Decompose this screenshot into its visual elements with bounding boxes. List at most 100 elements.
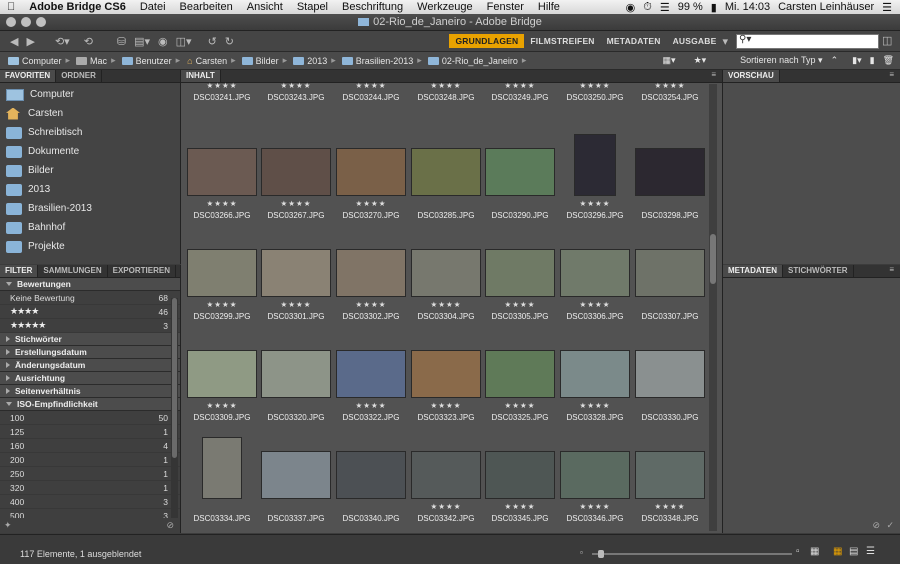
workspace-menu-chevron-icon[interactable]: ▾ [722,35,728,48]
zoom-out-icon[interactable]: ▫ [580,548,583,557]
favorite-item[interactable]: Bilder [0,161,180,180]
thumbnail-image[interactable] [411,350,481,398]
thumbnail-item[interactable]: ★★★★ DSC03266.JPG [185,148,259,220]
filter-row[interactable]: 500 3 [0,509,180,519]
thumbnail-rating[interactable] [483,199,557,208]
view-thumbnails-icon[interactable]: ▦ [833,546,842,557]
thumbnail-image[interactable] [187,249,257,297]
thumbnail-item[interactable]: DSC03298.JPG [633,148,707,220]
thumbnail-rating[interactable]: ★★★★ [483,300,557,309]
workspace-metadaten[interactable]: METADATEN [601,36,667,46]
thumbnail-rating[interactable]: ★★★★ [185,401,259,410]
menu-datei[interactable]: Datei [133,1,173,13]
menu-ansicht[interactable]: Ansicht [240,1,290,13]
tab-inhalt[interactable]: INHALT [181,70,221,82]
thumbnail-image[interactable] [261,451,331,499]
thumbnail-image[interactable] [336,249,406,297]
thumbnail-item[interactable]: DSC03337.JPG [259,451,333,523]
thumbnail-item[interactable]: ★★★★ DSC03304.JPG [409,249,483,321]
zoom-in-icon[interactable]: ▫ [796,546,800,557]
thumbnail-item[interactable]: DSC03334.JPG [185,437,259,523]
search-field[interactable]: ⚲▾ [736,34,879,49]
apply-check-icon[interactable]: ✓ [886,520,894,531]
thumbnail-rating[interactable]: ★★★★ [483,502,557,511]
thumbnail-item[interactable]: ★★★★ DSC03325.JPG [483,350,557,422]
thumbnail-image[interactable] [261,148,331,196]
thumbnail-item[interactable]: ★★★★ DSC03248.JPG [409,82,483,102]
thumbnail-rating[interactable]: ★★★★ [558,199,632,208]
refine-icon[interactable]: ▤▾ [134,35,150,48]
thumbnail-rating[interactable] [259,401,333,410]
thumbnail-item[interactable]: ★★★★ DSC03309.JPG [185,350,259,422]
new-folder-icon[interactable]: ▮▾ [852,55,861,66]
thumbnail-rating[interactable]: ★★★★ [185,300,259,309]
clear-filter-icon[interactable]: ⊘ [166,520,174,531]
thumbnail-item[interactable]: DSC03340.JPG [334,451,408,523]
crumb-2013[interactable]: 2013 [291,56,327,66]
thumbnail-rating[interactable]: ★★★★ [334,82,408,90]
list-icon[interactable]: ☰ [882,1,892,14]
filter-row[interactable]: 200 1 [0,453,180,467]
thumbnail-rating[interactable]: ★★★★ [633,82,707,90]
thumbnail-rating[interactable]: ★★★★ [409,502,483,511]
menu-stapel[interactable]: Stapel [290,1,335,13]
thumbnail-item[interactable]: ★★★★ DSC03348.JPG [633,451,707,523]
recent-folders-icon[interactable]: ⟲▾ [55,35,70,48]
favorite-item[interactable]: Carsten [0,104,180,123]
thumbnail-size-slider[interactable] [592,550,792,558]
slider-handle[interactable] [598,550,604,558]
filter-row[interactable]: 250 1 [0,467,180,481]
thumbnail-image[interactable] [411,451,481,499]
apple-icon[interactable]:  [0,1,22,13]
thumbnail-item[interactable]: ★★★★ DSC03323.JPG [409,350,483,422]
thumbnail-rating[interactable]: ★★★★ [409,300,483,309]
zoom-window-button[interactable] [36,17,46,27]
thumbnail-item[interactable]: ★★★★ DSC03244.JPG [334,82,408,102]
thumbnail-quality-icon[interactable]: ▦▾ [663,55,676,66]
thumbnail-image[interactable] [411,249,481,297]
favorite-item[interactable]: Schreibtisch [0,123,180,142]
sort-ascending-icon[interactable]: ⌃ [831,55,839,66]
content-scrollbar[interactable] [709,84,717,531]
thumbnail-rating[interactable]: ★★★★ [259,82,333,90]
thumbnail-item[interactable]: ★★★★ DSC03346.JPG [558,451,632,523]
crumb-rio[interactable]: 02-Rio_de_Janeiro [426,56,518,66]
thumbnail-item[interactable]: ★★★★ DSC03345.JPG [483,451,557,523]
tab-stichwoerter[interactable]: STICHWÖRTER [783,265,854,277]
thumbnail-rating[interactable] [259,502,333,511]
menu-beschriftung[interactable]: Beschriftung [335,1,410,13]
thumbnail-image[interactable] [261,350,331,398]
thumbnail-item[interactable]: ★★★★ DSC03270.JPG [334,148,408,220]
crumb-benutzer[interactable]: Benutzer [120,56,172,66]
thumbnail-rating[interactable] [409,199,483,208]
thumbnail-rating[interactable]: ★★★★ [558,300,632,309]
thumbnail-rating[interactable]: ★★★★ [334,401,408,410]
menu-hilfe[interactable]: Hilfe [531,1,567,13]
crumb-brasilien-2013[interactable]: Brasilien-2013 [340,56,413,66]
filter-section-bewertungen[interactable]: Bewertungen [0,278,180,291]
panel-menu-icon[interactable]: ≡ [711,70,722,82]
thumbnail-image[interactable] [202,437,242,499]
crumb-computer[interactable]: Computer [6,56,62,66]
thumbnail-rating[interactable] [633,401,707,410]
thumbnail-image[interactable] [187,148,257,196]
thumbnail-image[interactable] [485,451,555,499]
trash-icon[interactable]: 🗑 [883,55,894,66]
favorite-item[interactable]: Projekte [0,237,180,256]
camera-import-icon[interactable]: ⛁ [117,35,126,48]
forward-icon[interactable]: ▶ [26,35,34,48]
view-details-icon[interactable]: ▤ [849,546,858,557]
thumbnail-item[interactable]: ★★★★ DSC03243.JPG [259,82,333,102]
thumbnail-item[interactable]: ★★★★ DSC03241.JPG [185,82,259,102]
cancel-icon[interactable]: ⊘ [872,520,880,531]
open-in-camera-raw-icon[interactable]: ◉ [158,35,168,48]
filter-scrollbar[interactable] [171,298,178,518]
thumbnail-image[interactable] [411,148,481,196]
thumbnail-image[interactable] [635,350,705,398]
thumbnail-image[interactable] [635,148,705,196]
thumbnail-item[interactable]: DSC03320.JPG [259,350,333,422]
rotate-right-icon[interactable]: ↻ [225,35,234,48]
panel-menu-icon[interactable]: ≡ [889,265,900,277]
thumbnail-rating[interactable]: ★★★★ [334,300,408,309]
filter-row[interactable]: 100 50 [0,411,180,425]
